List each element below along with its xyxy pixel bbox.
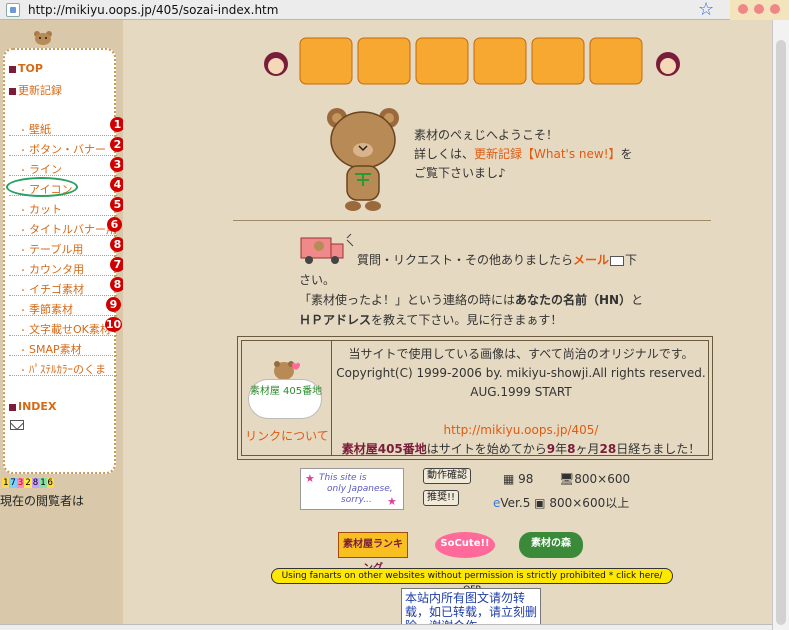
star-icon: ★ xyxy=(305,472,315,485)
square-bullet-icon xyxy=(9,87,16,95)
sidebar-top-link[interactable]: TOP xyxy=(9,62,43,75)
small-bear-icon xyxy=(34,31,52,45)
main-content: 素材のぺぇじへようこそ！ 詳しくは、更新記録【What's new!】を ご覧下… xyxy=(123,20,772,630)
visitor-counter: 1732816 xyxy=(2,478,54,488)
sidebar-item-title-banner[interactable]: ・タイトルバナー用 xyxy=(9,218,117,236)
fanart-warning-banner[interactable]: Using fanarts on other websites without … xyxy=(271,568,673,595)
welcome-message: 素材のぺぇじへようこそ！ 詳しくは、更新記録【What's new!】を ご覧下… xyxy=(414,128,633,180)
star-icon: ★ xyxy=(387,495,397,508)
url-text[interactable]: http://mikiyu.oops.jp/405/sozai-index.ht… xyxy=(28,3,278,17)
sidebar-index-link[interactable]: INDEX xyxy=(9,400,56,413)
number-badge: 6 xyxy=(107,217,122,232)
sidebar-item-wallpaper[interactable]: ・壁紙 xyxy=(9,118,117,136)
site-title-logo xyxy=(264,37,680,85)
sidebar-item-counter[interactable]: ・カウンタ用 xyxy=(9,258,117,276)
link-banner-cell: 素材屋 405番地 リンクについて xyxy=(242,341,332,455)
sidebar-menu-panel: TOP 更新記録 ・壁紙 ・ボタン・バナー ・ライン ・アイコン ・カット ・タ… xyxy=(3,48,117,474)
ie-version-stat: eVer.5 ▣ 800×600以上 xyxy=(493,496,630,510)
japanese-only-badge: ★ This site is only Japanese, sorry... ★ xyxy=(300,468,404,510)
updates-link[interactable]: 更新記録【What's new!】 xyxy=(474,147,621,161)
link-about-link[interactable]: リンクについて xyxy=(242,427,332,444)
status-bar xyxy=(0,624,772,630)
site-url-link[interactable]: http://mikiyu.oops.jp/405/ xyxy=(334,421,708,440)
top-label: TOP xyxy=(18,62,43,75)
sidebar-item-buttons[interactable]: ・ボタン・バナー xyxy=(9,138,117,156)
os-stat: ▦ 98 xyxy=(503,472,534,486)
bear-mascot-icon xyxy=(327,108,399,211)
copyright-text: 当サイトで使用している画像は、すべて尚治のオリジナルです。 Copyright(… xyxy=(334,345,708,459)
heart-bear-icon xyxy=(274,361,300,380)
sidebar-item-pastel-bear[interactable]: ・ﾊﾟｽﾃﾙｶﾗｰのくま xyxy=(9,358,117,376)
viewers-label: 現在の閲覧者は xyxy=(0,494,85,508)
sidebar-item-text-ok[interactable]: ・文字載せOK素材 xyxy=(9,318,117,336)
left-sidebar: TOP 更新記録 ・壁紙 ・ボタン・バナー ・ライン ・アイコン ・カット ・タ… xyxy=(0,20,125,630)
number-badge: 9 xyxy=(106,297,121,312)
browser-monitor-icon: 🖥 xyxy=(559,472,575,486)
sidebar-item-smap[interactable]: ・ SMAP素材 xyxy=(9,338,117,356)
bookmark-star-icon[interactable]: ☆ xyxy=(698,0,714,20)
link-banner[interactable]: 素材屋 405番地 xyxy=(248,379,322,419)
vertical-scrollbar[interactable] xyxy=(772,20,789,630)
sidebar-item-strawberry[interactable]: ・イチゴ素材 xyxy=(9,278,117,296)
mail-envelope-icon[interactable] xyxy=(610,255,625,266)
mail-icon[interactable] xyxy=(10,420,24,430)
toolbar-decoration xyxy=(730,0,789,20)
divider-line xyxy=(233,220,711,221)
recommend-button[interactable]: 推奨!! xyxy=(423,490,460,506)
windows-icon: ▦ xyxy=(503,472,515,486)
check-button[interactable]: 動作確認 xyxy=(423,468,471,484)
contact-info: 質問・リクエスト・その他ありましたらメール下 さい。 「素材使ったよ！」という連… xyxy=(299,253,644,327)
copyright-info-box: 素材屋 405番地 リンクについて 当サイトで使用している画像は、すべて尚治のオ… xyxy=(237,336,713,460)
square-bullet-icon xyxy=(9,65,16,73)
sidebar-item-seasonal[interactable]: ・季節素材 xyxy=(9,298,117,316)
mail-link[interactable]: メール xyxy=(573,253,609,267)
page-favicon-icon xyxy=(6,3,20,17)
ranking-banner-2[interactable]: SoCute!! xyxy=(435,532,495,558)
sidebar-item-cut[interactable]: ・カット xyxy=(9,198,117,216)
sidebar-item-table[interactable]: ・テーブル用 xyxy=(9,238,117,256)
ranking-banner-1[interactable]: 素材屋ランキング xyxy=(338,532,408,574)
number-badge: 10 xyxy=(105,317,122,332)
sidebar-updates-link[interactable]: 更新記録 xyxy=(9,82,62,98)
monitor-icon: ▣ xyxy=(534,496,546,510)
index-label: INDEX xyxy=(18,400,57,413)
square-bullet-icon xyxy=(9,403,16,411)
scrollbar-thumb[interactable] xyxy=(776,40,786,625)
updates-label: 更新記録 xyxy=(18,84,62,97)
browser-address-bar: http://mikiyu.oops.jp/405/sozai-index.ht… xyxy=(0,0,789,20)
ranking-banner-3[interactable]: 素材の森 xyxy=(519,532,583,558)
resolution-stat: 🖥800×600 xyxy=(559,472,631,486)
hand-drawn-circle-highlight xyxy=(6,177,78,197)
sidebar-item-line[interactable]: ・ライン xyxy=(9,158,117,176)
